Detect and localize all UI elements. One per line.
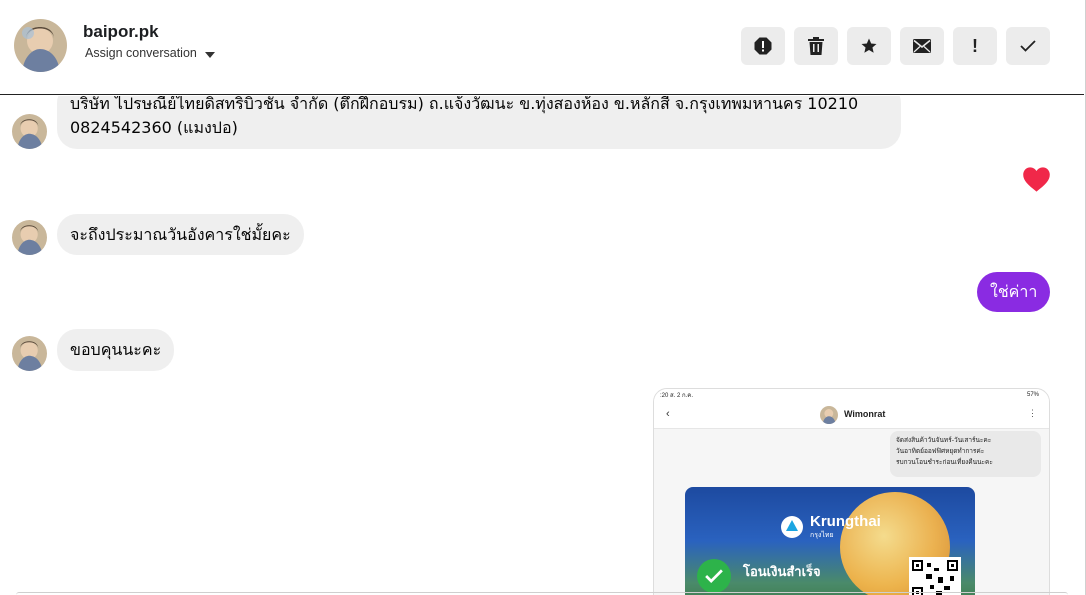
message-text: ขอบคุนนะคะ [70, 340, 162, 359]
more-icon: ⋮ [1028, 408, 1037, 418]
contact-name: baipor.pk [83, 22, 159, 41]
sender-avatar [12, 220, 47, 255]
note-line: จัดส่งสินค้าวันจันทร์-วันเสาร์นะคะ [896, 436, 992, 444]
qr-code-icon [909, 557, 961, 595]
header-actions: ! [741, 27, 1050, 65]
report-button[interactable] [741, 27, 785, 65]
image-attachment[interactable]: :20 ส. 2 ก.ค. 57% ‹ Wimonrat ⋮ จัดส่งสิน… [653, 388, 1050, 595]
trash-icon [808, 37, 824, 55]
sender-avatar [12, 336, 47, 371]
message-text-line: 0824542360 (แมงปอ) [70, 118, 238, 137]
check-icon [1020, 40, 1036, 52]
phone-status-bar: :20 ส. 2 ก.ค. 57% [654, 389, 1049, 401]
contact-avatar[interactable] [14, 19, 67, 72]
sender-avatar [12, 114, 47, 149]
incoming-message[interactable]: ขอบคุนนะคะ [57, 329, 175, 371]
note-line: วันอาทิตย์ออฟฟิศหยุดทำการค่ะ [896, 447, 985, 455]
bank-name: Krungthai [810, 513, 881, 530]
message-text-line: บริษัท ไปรษณีย์ไทยดิสทริบิวชั่น จำกัด (ต… [70, 96, 859, 113]
chat-name: Wimonrat [844, 409, 886, 419]
star-icon [860, 37, 878, 55]
report-icon [754, 37, 772, 55]
success-check-icon [697, 559, 731, 593]
incoming-message[interactable]: บริษัท ไปรษณีย์ไทยดิสทริบิวชั่น จำกัด (ต… [57, 96, 901, 149]
conversation-header: baipor.pk Assign conversation ! [0, 0, 1084, 95]
bank-name-thai: กรุงไทย [810, 532, 834, 539]
mark-done-button[interactable] [1006, 27, 1050, 65]
shop-note: จัดส่งสินค้าวันจันทร์-วันเสาร์นะคะ วันอา… [890, 431, 1041, 477]
transfer-status: โอนเงินสำเร็จ [743, 565, 821, 580]
priority-button[interactable]: ! [953, 27, 997, 65]
transfer-slip: Krungthai กรุงไทย โอนเงินสำเร็จ [685, 487, 975, 595]
outgoing-message[interactable]: ใช่ค่าา [977, 272, 1051, 312]
star-button[interactable] [847, 27, 891, 65]
mail-icon [913, 39, 931, 53]
message-text: จะถึงประมาณวันอังคารใช่มั้ยคะ [70, 225, 291, 244]
note-line: รบกวนโอนชำระก่อนเที่ยงคืนนะคะ [896, 458, 993, 466]
status-time: :20 ส. 2 ก.ค. [660, 393, 693, 399]
conversation-view: baipor.pk Assign conversation ! บริษัท ไ… [0, 0, 1086, 595]
heart-icon[interactable] [1022, 166, 1051, 197]
assign-label: Assign conversation [85, 46, 197, 60]
message-thread[interactable]: บริษัท ไปรษณีย์ไทยดิสทริบิวชั่น จำกัด (ต… [0, 96, 1084, 595]
phone-chat-header: ‹ Wimonrat ⋮ [654, 401, 1049, 429]
bank-logo: Krungthai กรุงไทย [780, 513, 881, 541]
incoming-message[interactable]: จะถึงประมาณวันอังคารใช่มั้ยคะ [57, 214, 304, 255]
mark-unread-button[interactable] [900, 27, 944, 65]
exclamation-icon: ! [972, 35, 978, 56]
message-text: ใช่ค่าา [990, 282, 1038, 301]
assign-conversation-dropdown[interactable]: Assign conversation [85, 46, 215, 60]
chat-avatar [820, 406, 838, 424]
back-icon: ‹ [666, 408, 670, 420]
status-battery: 57% [1026, 392, 1039, 398]
delete-button[interactable] [794, 27, 838, 65]
chevron-down-icon [204, 51, 215, 58]
